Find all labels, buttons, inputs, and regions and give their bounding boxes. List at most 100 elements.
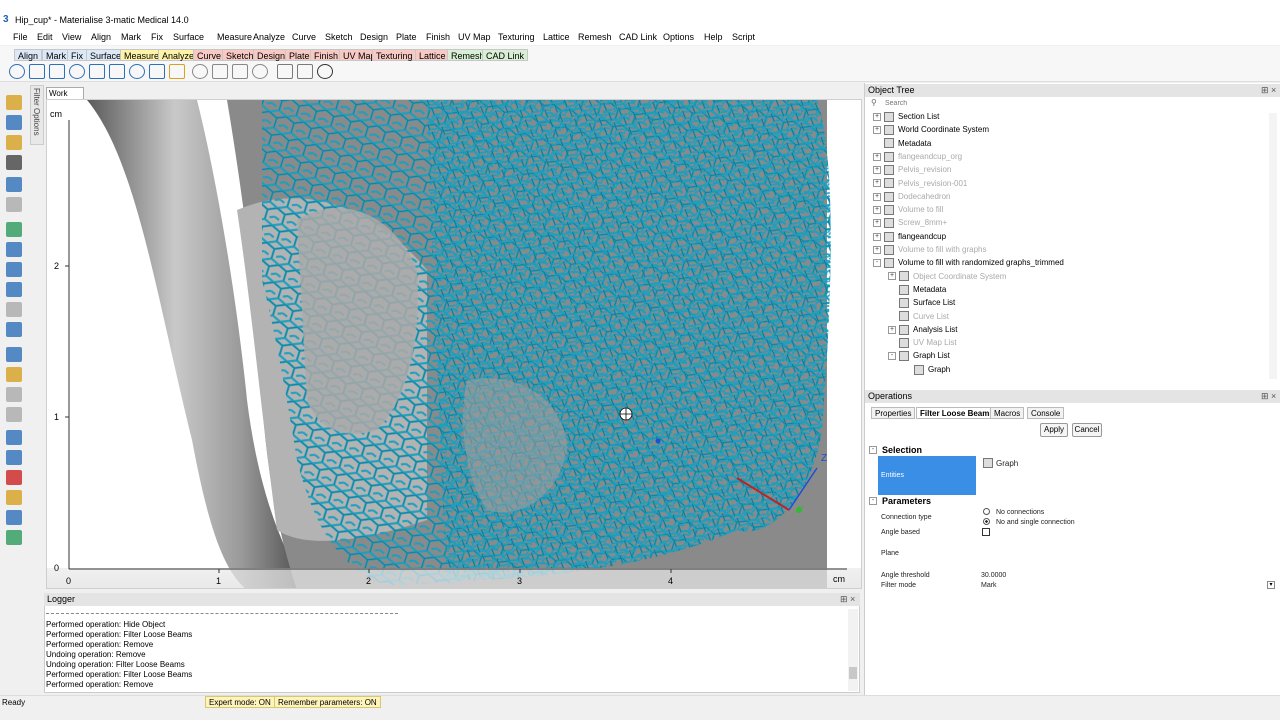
collapse-icon[interactable]: - (888, 352, 896, 361)
left-tool-22-icon[interactable] (6, 530, 22, 545)
remember-parameters-badge[interactable]: Remember parameters: ON (274, 696, 381, 708)
expand-icon[interactable]: + (873, 192, 881, 201)
left-tool-11-icon[interactable] (6, 302, 22, 317)
tree-item[interactable]: +Curve List (888, 310, 949, 323)
logger-scroll-thumb[interactable] (849, 667, 857, 679)
operations-tab-console[interactable]: Console (1027, 407, 1065, 419)
menu-help[interactable]: Help (704, 32, 723, 42)
left-tool-19-icon[interactable] (6, 470, 22, 485)
pin-icon[interactable]: ⊞ (1261, 84, 1269, 97)
expert-mode-badge[interactable]: Expert mode: ON (205, 696, 275, 708)
left-tool-15-icon[interactable] (6, 387, 22, 402)
ribbon-tab-measure[interactable]: Measure (120, 49, 164, 61)
radio-no-connections[interactable] (983, 508, 990, 515)
tree-item[interactable]: - Volume to fill with randomized graphs_t… (873, 256, 1064, 269)
menu-options[interactable]: Options (663, 32, 694, 42)
left-tool-21-icon[interactable] (6, 510, 22, 525)
cancel-button[interactable]: Cancel (1072, 423, 1102, 437)
left-tool-3-icon[interactable] (6, 135, 22, 150)
menu-view[interactable]: View (62, 32, 81, 42)
menu-sketch[interactable]: Sketch (325, 32, 353, 42)
tree-item[interactable]: +Surface List (888, 296, 955, 309)
scene-3d[interactable] (47, 100, 862, 589)
toolbar-tool-4-icon[interactable] (69, 64, 85, 79)
expand-icon[interactable]: + (873, 126, 881, 135)
ribbon-tab-design[interactable]: Design (253, 49, 290, 61)
expand-icon[interactable]: + (873, 166, 881, 175)
left-tool-7-icon[interactable] (6, 222, 22, 237)
operations-tab-properties[interactable]: Properties (871, 407, 916, 419)
expand-icon[interactable]: + (873, 112, 881, 121)
toolbar-tool-11-icon[interactable] (212, 64, 228, 79)
menu-analyze[interactable]: Analyze (253, 32, 285, 42)
expand-icon[interactable]: + (873, 179, 881, 188)
ribbon-tab-curve[interactable]: Curve (193, 49, 226, 61)
toolbar-tool-12-icon[interactable] (232, 64, 248, 79)
selection-collapse-icon[interactable]: - (869, 446, 877, 454)
operations-tab-macros[interactable]: Macros (990, 407, 1025, 419)
toolbar-tool-2-icon[interactable] (29, 64, 45, 79)
menu-lattice[interactable]: Lattice (543, 32, 570, 42)
expand-icon[interactable]: + (873, 245, 881, 254)
toolbar-tool-8-icon[interactable] (149, 64, 165, 79)
left-tool-8-icon[interactable] (6, 242, 22, 257)
expand-icon[interactable]: + (873, 152, 881, 161)
menu-measure[interactable]: Measure (217, 32, 252, 42)
tree-item[interactable]: + Pelvis_revision-001 (873, 177, 967, 190)
toolbar-tool-5-icon[interactable] (89, 64, 105, 79)
menu-cad-link[interactable]: CAD Link (619, 32, 657, 42)
chevron-down-icon[interactable]: ▾ (1267, 581, 1275, 589)
logger-scrollbar[interactable] (848, 609, 858, 691)
left-tool-18-icon[interactable] (6, 450, 22, 465)
tree-search-bar[interactable]: ⚲ (869, 98, 1269, 109)
left-tool-20-icon[interactable] (6, 490, 22, 505)
ops-close-icon[interactable]: × (1271, 390, 1276, 403)
menu-mark[interactable]: Mark (121, 32, 141, 42)
toolbar-tool-7-icon[interactable] (129, 64, 145, 79)
expand-icon[interactable]: + (873, 219, 881, 228)
ribbon-tab-align[interactable]: Align (14, 49, 43, 61)
tree-item[interactable]: + Dodecahedron (873, 190, 950, 203)
left-tool-14-icon[interactable] (6, 367, 22, 382)
close-icon[interactable]: × (1271, 84, 1276, 97)
operations-tab-filter-loose-beams[interactable]: Filter Loose Beams (916, 407, 998, 419)
menu-texturing[interactable]: Texturing (498, 32, 535, 42)
toolbar-tool-14-icon[interactable] (277, 64, 293, 79)
tree-item[interactable]: + Volume to fill (873, 203, 943, 216)
tree-item[interactable]: + flangeandcup_org (873, 150, 962, 163)
expand-icon[interactable]: + (888, 272, 896, 281)
left-tool-5-icon[interactable] (6, 177, 22, 192)
tree-item[interactable]: +Graph (903, 363, 950, 376)
toolbar-tool-3-icon[interactable] (49, 64, 65, 79)
radio-no-and-single-connection[interactable] (983, 518, 990, 525)
filter-options-tab[interactable]: Filter Options (30, 85, 44, 145)
left-tool-13-icon[interactable] (6, 347, 22, 362)
work-area-tab[interactable]: Work Area (46, 87, 84, 109)
menu-edit[interactable]: Edit (37, 32, 53, 42)
tree-item[interactable]: + Analysis List (888, 323, 957, 336)
filter-mode-value[interactable]: Mark (981, 582, 997, 589)
toolbar-tool-9-icon[interactable] (169, 64, 185, 79)
menu-script[interactable]: Script (732, 32, 755, 42)
left-tool-12-icon[interactable] (6, 322, 22, 337)
entities-field[interactable]: Entities (878, 456, 976, 495)
expand-icon[interactable]: + (888, 325, 896, 334)
apply-button[interactable]: Apply (1040, 423, 1068, 437)
tree-search-input[interactable] (885, 98, 1265, 109)
menu-plate[interactable]: Plate (396, 32, 417, 42)
menu-fix[interactable]: Fix (151, 32, 163, 42)
tree-item[interactable]: + World Coordinate System (873, 123, 989, 136)
tree-item[interactable]: +Metadata (888, 283, 946, 296)
tree-item[interactable]: +Metadata (873, 137, 931, 150)
left-tool-6-icon[interactable] (6, 197, 22, 212)
tree-item[interactable]: + Volume to fill with graphs (873, 243, 987, 256)
toolbar-tool-1-icon[interactable] (9, 64, 25, 79)
left-tool-9-icon[interactable] (6, 262, 22, 277)
tree-item[interactable]: + Screw_8mm+ (873, 216, 947, 229)
tree-item[interactable]: + flangeandcup (873, 230, 946, 243)
menu-finish[interactable]: Finish (426, 32, 450, 42)
parameters-collapse-icon[interactable]: - (869, 497, 877, 505)
angle-threshold-value[interactable]: 30.0000 (981, 572, 1006, 579)
left-tool-1-icon[interactable] (6, 95, 22, 110)
tree-item[interactable]: - Graph List (888, 349, 950, 362)
